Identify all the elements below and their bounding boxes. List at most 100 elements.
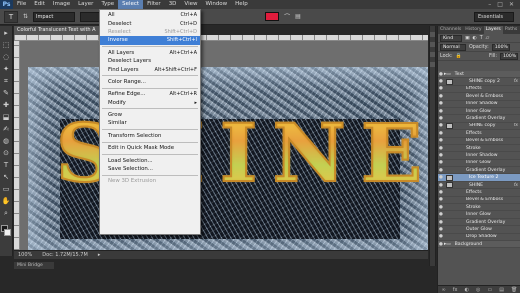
visibility-eye-icon[interactable]: ● (438, 183, 444, 188)
panel-history-icon[interactable] (430, 32, 435, 37)
select-menu-modify[interactable]: Modify ▸ (100, 99, 200, 107)
layer-row[interactable]: ● Inner Glow (438, 160, 520, 168)
layer-row[interactable]: ● Stroke (438, 204, 520, 212)
color-swatches[interactable] (0, 225, 12, 237)
layer-row[interactable]: ● ▸▭ Text (438, 71, 520, 79)
select-menu-load-selection[interactable]: Load Selection... (100, 156, 200, 164)
select-menu-color-range[interactable]: Color Range... (100, 78, 200, 86)
select-menu-find-layers[interactable]: Find Layers Alt+Shift+Ctrl+F (100, 65, 200, 73)
layer-row[interactable]: ● Bevel & Emboss (438, 197, 520, 205)
layer-row[interactable]: ● ▸▭ Background (438, 240, 520, 249)
visibility-eye-icon[interactable]: ● (438, 175, 444, 180)
visibility-eye-icon[interactable]: ● (438, 123, 444, 128)
filter-adjust-icon[interactable]: ◐ (473, 36, 477, 41)
adjustment-icon[interactable]: ◎ (476, 287, 480, 293)
workspace-switcher[interactable]: Essentials (474, 11, 514, 22)
layer-row[interactable]: ● Inner Glow (438, 108, 520, 116)
menu-help[interactable]: Help (231, 0, 252, 9)
tab-history[interactable]: History (463, 26, 483, 34)
menu-3d[interactable]: 3D (165, 0, 181, 9)
menu-edit[interactable]: Edit (30, 0, 49, 9)
tool-1-icon[interactable]: ⬚ (2, 41, 11, 50)
layer-fx-icon[interactable]: fx (514, 79, 518, 84)
blend-mode-select[interactable]: Normal (440, 43, 466, 51)
tool-12-icon[interactable]: ↖ (2, 173, 11, 182)
layer-row[interactable]: ● Effects (438, 86, 520, 94)
mini-bridge-tab[interactable]: Mini Bridge (14, 262, 54, 269)
select-menu-deselect[interactable]: Deselect Ctrl+D (100, 19, 200, 27)
close-icon[interactable]: ✕ (509, 1, 514, 8)
filter-type-icon[interactable]: T (480, 36, 483, 41)
text-orientation-icon[interactable]: ⇅ (23, 13, 28, 20)
tool-11-icon[interactable]: T (2, 161, 11, 170)
character-panel-icon[interactable]: ▤ (295, 13, 301, 20)
menu-window[interactable]: Window (201, 0, 231, 9)
menu-type[interactable]: Type (97, 0, 118, 9)
layer-row[interactable]: ● Effects (438, 130, 520, 138)
select-menu-inverse[interactable]: Inverse Shift+Ctrl+I (100, 36, 200, 45)
layer-row[interactable]: ● Stroke (438, 145, 520, 153)
tool-0-icon[interactable]: ▸ (2, 29, 11, 38)
tool-8-icon[interactable]: ✍ (2, 125, 11, 134)
panel-character-icon[interactable] (430, 52, 435, 57)
font-style-field[interactable] (80, 11, 101, 22)
type-tool-preset-icon[interactable]: T (4, 10, 18, 23)
layer-row[interactable]: ● Gradient Overlay (438, 167, 520, 175)
filter-shape-icon[interactable]: ▱ (486, 36, 490, 41)
select-menu-deselect-layers[interactable]: Deselect Layers (100, 57, 200, 65)
tool-4-icon[interactable]: ⌗ (2, 77, 11, 86)
layer-row[interactable]: ● Effects (438, 189, 520, 197)
layer-row[interactable]: ● Gradient Overlay (438, 219, 520, 227)
link-layers-icon[interactable]: ∞ (442, 287, 446, 293)
lock-icon[interactable]: 🔒 (456, 54, 462, 59)
menu-file[interactable]: File (13, 0, 30, 9)
menu-image[interactable]: Image (49, 0, 74, 9)
menu-select[interactable]: Select (118, 0, 144, 9)
status-arrow-icon[interactable]: ▸ (98, 252, 101, 258)
delete-layer-icon[interactable]: 🗑 (511, 287, 517, 293)
layer-row[interactable]: ● Inner Glow (438, 211, 520, 219)
select-menu-similar[interactable]: Similar (100, 119, 200, 127)
select-menu-grow[interactable]: Grow (100, 111, 200, 119)
menu-layer[interactable]: Layer (74, 0, 97, 9)
opacity-field[interactable]: 100% (491, 43, 510, 51)
tool-6-icon[interactable]: ✚ (2, 101, 11, 110)
layer-row[interactable]: ● Ice Texture 2 (438, 174, 520, 182)
select-menu-transform-selection[interactable]: Transform Selection (100, 132, 200, 140)
layer-fx-icon[interactable]: fx (514, 123, 518, 128)
tool-14-icon[interactable]: ✋ (2, 197, 11, 206)
layer-row[interactable]: ● Inner Shadow (438, 152, 520, 160)
tab-layers[interactable]: Layers (483, 26, 503, 34)
new-layer-icon[interactable]: ▤ (499, 287, 504, 293)
group-icon[interactable]: ▭ (487, 287, 492, 293)
tool-7-icon[interactable]: ⬓ (2, 113, 11, 122)
filter-pixel-icon[interactable]: ▣ (465, 36, 470, 41)
select-menu-save-selection[interactable]: Save Selection... (100, 165, 200, 173)
tool-5-icon[interactable]: ✎ (2, 89, 11, 98)
layer-filter-kind[interactable]: Kind (440, 34, 462, 42)
panel-paragraph-icon[interactable] (430, 62, 435, 67)
select-menu-refine-edge[interactable]: Refine Edge... Alt+Ctrl+R (100, 90, 200, 98)
layer-row[interactable]: ● SHINE copy fx (438, 122, 520, 131)
tool-3-icon[interactable]: ✦ (2, 65, 11, 74)
warp-text-icon[interactable]: ⌒ (284, 12, 290, 21)
layer-row[interactable]: ● Inner Shadow (438, 101, 520, 108)
menu-view[interactable]: View (180, 0, 201, 9)
layer-row[interactable]: ● Gradient Overlay (438, 115, 520, 123)
visibility-eye-icon[interactable]: ● (438, 79, 444, 84)
tool-10-icon[interactable]: ⊙ (2, 149, 11, 158)
maximize-icon[interactable]: □ (497, 1, 503, 8)
minimize-icon[interactable]: – (488, 1, 491, 8)
select-menu-all-layers[interactable]: All Layers Alt+Ctrl+A (100, 49, 200, 57)
select-menu-all[interactable]: All Ctrl+A (100, 11, 200, 19)
layer-row[interactable]: ● SHINE fx (438, 182, 520, 190)
tool-15-icon[interactable]: ⌕ (2, 209, 11, 218)
layer-row[interactable]: ● Drop Shadow (438, 234, 520, 241)
layer-fx-icon[interactable]: fx (514, 183, 518, 188)
background-color[interactable] (3, 229, 11, 236)
layer-row[interactable]: ● Outer Glow (438, 226, 520, 234)
text-color-swatch[interactable] (265, 12, 280, 21)
tool-13-icon[interactable]: ▭ (2, 185, 11, 194)
layer-row[interactable]: ● SHINE copy 2 fx (438, 78, 520, 86)
tab-paths[interactable]: Paths (503, 26, 520, 34)
